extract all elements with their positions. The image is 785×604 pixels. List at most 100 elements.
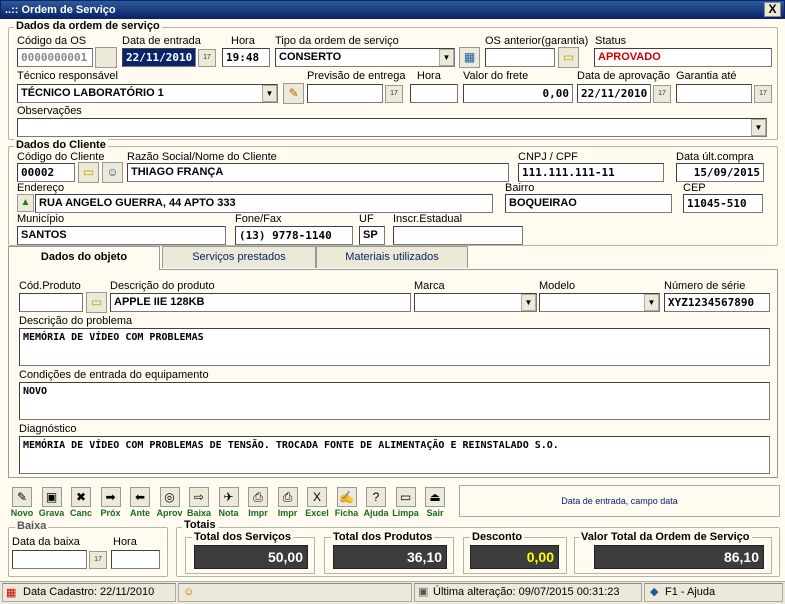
- approval-date-field[interactable]: 22/11/2010: [577, 84, 651, 103]
- close-time-field[interactable]: [111, 550, 160, 569]
- grand-total-value: 86,10: [594, 545, 764, 569]
- os-code-field[interactable]: 0000000001: [17, 48, 93, 67]
- city-field[interactable]: SANTOS: [17, 226, 226, 245]
- technician-icon[interactable]: ✎: [283, 83, 304, 104]
- calendar-icon[interactable]: 17: [653, 85, 671, 103]
- status-label: Status: [595, 35, 627, 47]
- phone-field[interactable]: (13) 9778-1140: [235, 226, 353, 245]
- calendar-icon[interactable]: 17: [198, 49, 216, 67]
- neighborhood-field[interactable]: BOQUEIRAO: [505, 194, 672, 213]
- status-help-text: F1 - Ajuda: [665, 586, 716, 598]
- map-icon[interactable]: ▲: [17, 194, 34, 212]
- calendar-icon[interactable]: 17: [385, 85, 403, 103]
- previous-os-label: OS anterior(garantia): [485, 35, 589, 47]
- address-field[interactable]: RUA ANGELO GUERRA, 44 APTO 333: [35, 194, 493, 213]
- toolbar-button-grava[interactable]: ▣ Grava: [36, 485, 68, 521]
- folder-icon[interactable]: ▭: [78, 162, 99, 183]
- calendar-icon: ▦: [6, 587, 17, 599]
- warranty-field[interactable]: [676, 84, 752, 103]
- help-icon: ◆: [650, 586, 659, 598]
- previous-os-field[interactable]: [485, 48, 555, 67]
- neighborhood-label: Bairro: [505, 182, 535, 194]
- technician-select[interactable]: TÉCNICO LABORATÓRIO 1: [17, 84, 278, 103]
- toolbar-button-novo[interactable]: ✎ Novo: [6, 485, 38, 521]
- toolbar-button-nota[interactable]: ✈ Nota: [213, 485, 245, 521]
- toolbar-button-label: Aprov: [156, 508, 183, 518]
- toolbar-button-baixa[interactable]: ⇨ Baixa: [183, 485, 215, 521]
- chevron-down-icon[interactable]: ▼: [521, 294, 536, 311]
- delivery-forecast-field[interactable]: [307, 84, 383, 103]
- toolbar-button-ajuda[interactable]: ? Ajuda: [360, 485, 392, 521]
- delivery-time-field[interactable]: [410, 84, 458, 103]
- serial-number-field[interactable]: XYZ1234567890: [664, 293, 770, 312]
- product-description-field[interactable]: APPLE IIE 128KB: [110, 293, 411, 312]
- chevron-down-icon[interactable]: ▼: [644, 294, 659, 311]
- chevron-down-icon[interactable]: ▼: [439, 49, 454, 66]
- chevron-down-icon[interactable]: ▼: [262, 85, 277, 102]
- calendar-icon[interactable]: 17: [754, 85, 772, 103]
- toolbar-button-ante[interactable]: ⬅ Ante: [124, 485, 156, 521]
- close-date-field[interactable]: [12, 550, 87, 569]
- tab-materials[interactable]: Materiais utilizados: [316, 246, 468, 268]
- toolbar-icon: ✖: [71, 487, 91, 507]
- toolbar-button-label: Impr: [248, 508, 268, 518]
- os-search-button[interactable]: [95, 47, 117, 68]
- entry-date-field[interactable]: 22/11/2010: [122, 48, 196, 67]
- chevron-down-icon[interactable]: ▼: [751, 119, 766, 136]
- close-date-label: Data da baixa: [12, 536, 80, 548]
- calendar-icon[interactable]: 17: [89, 551, 107, 569]
- toolbar-button-impr-2[interactable]: ⎙ Impr: [272, 485, 304, 521]
- problem-memo[interactable]: MEMÓRIA DE VÍDEO COM PROBLEMAS: [19, 328, 770, 366]
- cpf-label: CNPJ / CPF: [518, 151, 578, 163]
- conditions-memo[interactable]: NOVO: [19, 382, 770, 420]
- product-code-field[interactable]: [19, 293, 83, 312]
- client-code-field[interactable]: 00002: [17, 163, 75, 182]
- toolbar-button-label: Próx: [100, 508, 121, 518]
- user-icon: ☺: [183, 586, 195, 598]
- folder-icon[interactable]: ▭: [558, 47, 579, 68]
- freight-field[interactable]: 0,00: [463, 84, 573, 103]
- toolbar-button-label: Baixa: [186, 508, 212, 518]
- city-label: Município: [17, 213, 65, 225]
- table-icon[interactable]: ▦: [459, 47, 480, 68]
- address-label: Endereço: [17, 182, 65, 194]
- toolbar-icon: ✎: [12, 487, 32, 507]
- product-code-label: Cód.Produto: [19, 280, 81, 292]
- client-legend: Dados do Cliente: [14, 139, 108, 151]
- toolbar-icon: ✈: [218, 487, 239, 507]
- user-icon[interactable]: ☺: [102, 162, 123, 183]
- services-total-label: Total dos Serviços: [192, 531, 293, 543]
- tab-object-data[interactable]: Dados do objeto: [8, 246, 160, 270]
- close-button[interactable]: X: [764, 2, 781, 17]
- diagnosis-label: Diagnóstico: [19, 423, 77, 435]
- state-field[interactable]: SP: [359, 226, 385, 245]
- toolbar-button-impr[interactable]: ⎙ Impr: [242, 485, 274, 521]
- toolbar-button-canc[interactable]: ✖ Canc: [65, 485, 97, 521]
- status-user: ☺: [178, 583, 412, 602]
- toolbar-button-próx[interactable]: ➡ Próx: [95, 485, 127, 521]
- os-type-select[interactable]: CONSERTO: [275, 48, 455, 67]
- clock-icon: ▣: [418, 586, 429, 598]
- toolbar-button-ficha[interactable]: ✍ Ficha: [331, 485, 363, 521]
- state-registration-field[interactable]: [393, 226, 523, 245]
- cpf-field[interactable]: 111.111.111-11: [518, 163, 664, 182]
- observations-select[interactable]: [17, 118, 767, 137]
- toolbar-button-label: Impr: [277, 508, 298, 518]
- diagnosis-memo[interactable]: MEMÓRIA DE VÍDEO COM PROBLEMAS DE TENSÃO…: [19, 436, 770, 474]
- tab-active-cover: [9, 268, 159, 271]
- zip-field[interactable]: 11045-510: [683, 194, 763, 213]
- os-legend: Dados da ordem de serviço: [14, 20, 162, 32]
- toolbar-button-limpa[interactable]: ▭ Limpa: [390, 485, 422, 521]
- toolbar-button-excel[interactable]: X Excel: [301, 485, 333, 521]
- entry-time-field[interactable]: 19:48: [222, 48, 270, 67]
- brand-select[interactable]: [414, 293, 537, 312]
- client-name-field[interactable]: THIAGO FRANÇA: [127, 163, 509, 182]
- toolbar-button-sair[interactable]: ⏏ Sair: [419, 485, 451, 521]
- toolbar-icon: ⎙: [248, 487, 268, 507]
- discount-field[interactable]: 0,00: [470, 545, 559, 569]
- toolbar-button-aprov[interactable]: ◎ Aprov: [154, 485, 186, 521]
- tab-services[interactable]: Serviços prestados: [162, 246, 316, 268]
- model-select[interactable]: [539, 293, 660, 312]
- status-updated-text: Última alteração: 09/07/2015 00:31:23: [433, 586, 620, 598]
- folder-icon[interactable]: ▭: [86, 292, 107, 313]
